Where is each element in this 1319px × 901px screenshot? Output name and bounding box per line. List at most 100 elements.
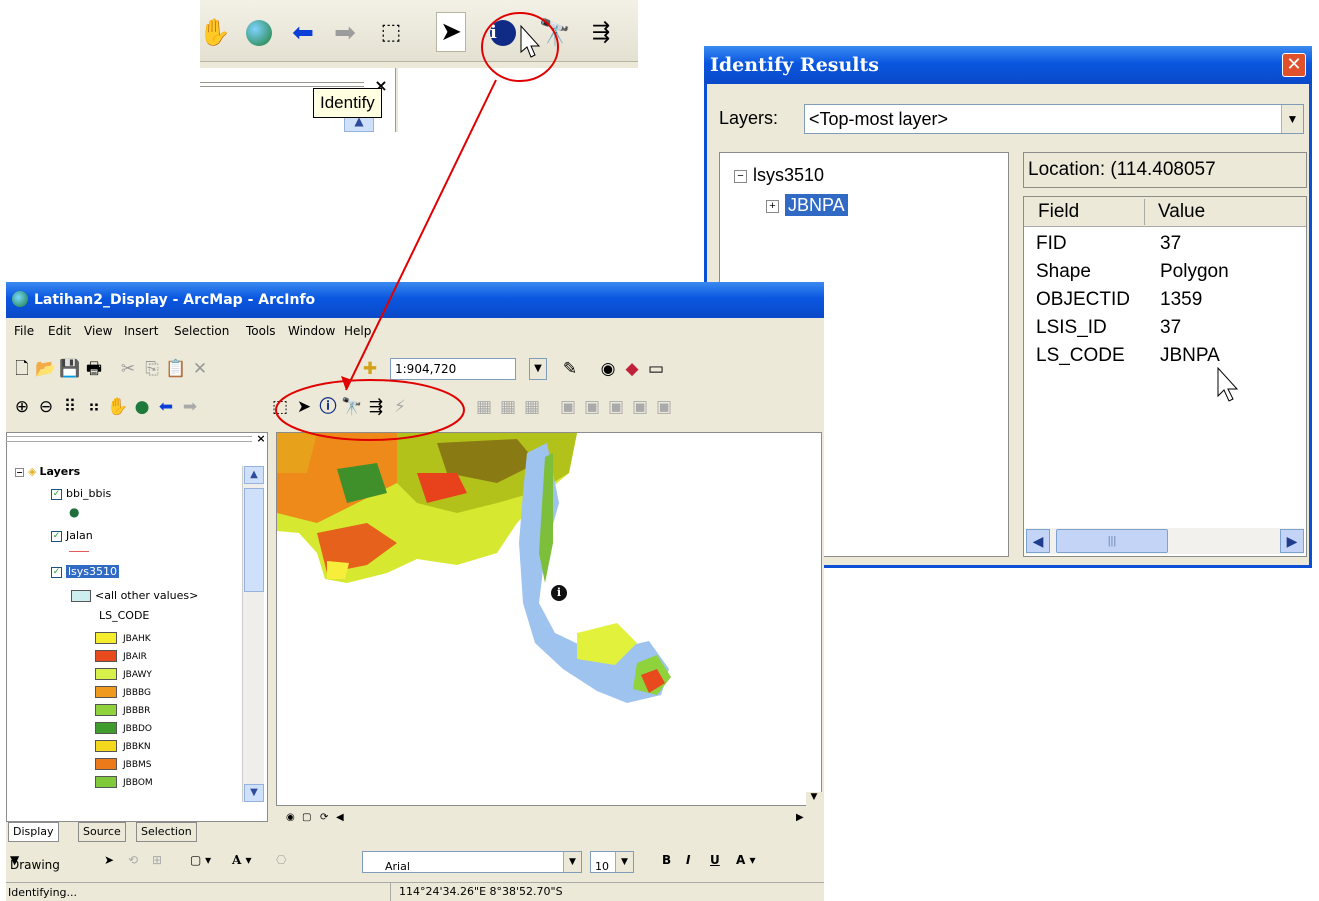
command-line-icon[interactable]: ▭ (644, 357, 668, 381)
menu-selection[interactable]: Selection (174, 324, 229, 338)
chevron-down-icon[interactable]: ▼ (615, 852, 633, 872)
scroll-right-icon[interactable]: ▶ (1280, 529, 1304, 553)
find-icon[interactable]: 🔭 (539, 18, 571, 48)
rotate-icon[interactable]: ⟲ (128, 853, 138, 867)
scroll-up-icon[interactable]: ▲ (244, 466, 264, 484)
horizontal-scrollbar[interactable]: ◀ ||| ▶ (1026, 528, 1304, 554)
select-elements-icon[interactable]: ➤ (292, 395, 316, 419)
full-extent-icon[interactable]: ● (130, 395, 154, 419)
select-elements-icon[interactable]: ➤ (104, 853, 114, 867)
tab-selection[interactable]: Selection (136, 822, 197, 842)
scroll-down-icon[interactable]: ▼ (244, 784, 264, 802)
refresh-icon[interactable]: ⟳ (320, 812, 328, 823)
hyperlink-icon[interactable]: ⚡ (388, 395, 412, 419)
column-header-value[interactable]: Value (1158, 201, 1205, 223)
layout-icon-8[interactable]: ▣ (652, 395, 676, 419)
data-view-icon[interactable]: ◉ (286, 812, 295, 823)
scroll-thumb[interactable]: ||| (1056, 529, 1168, 553)
zoom-out-icon[interactable]: ⊖ (34, 395, 58, 419)
underline-icon[interactable]: U (710, 853, 720, 867)
delete-icon[interactable]: ✕ (188, 357, 212, 381)
menu-help[interactable]: Help (344, 324, 371, 338)
splined-text-icon[interactable]: ⎔ (276, 853, 286, 867)
select-elements-icon[interactable]: ➤ (436, 12, 466, 52)
copy-icon[interactable]: ⎘ (140, 357, 164, 381)
full-extent-icon[interactable] (244, 18, 274, 48)
font-size-field[interactable]: 10 ▼ (590, 851, 634, 873)
font-name-field[interactable]: Arial ▼ (362, 851, 582, 873)
column-header-field[interactable]: Field (1038, 201, 1079, 223)
identify-icon[interactable]: i (488, 18, 518, 48)
font-color-icon[interactable]: A ▾ (736, 853, 756, 867)
identify-icon[interactable]: ⓘ (316, 395, 340, 419)
layers-dropdown[interactable]: <Top-most layer> ▼ (804, 104, 1304, 134)
toc-grip[interactable] (6, 436, 252, 442)
layer-checkbox[interactable]: ✓ (51, 530, 62, 542)
map-display[interactable]: i (276, 432, 822, 806)
forward-arrow-icon[interactable]: ➡ (178, 395, 202, 419)
layout-icon-3[interactable]: ▦ (520, 395, 544, 419)
pan-icon[interactable]: ✋ (200, 18, 231, 48)
fixed-zoom-out-icon[interactable]: ⠶ (82, 395, 106, 419)
fixed-zoom-in-icon[interactable]: ⠿ (58, 395, 82, 419)
arcmap-titlebar[interactable]: Latihan2_Display - ArcMap - ArcInfo (6, 282, 824, 318)
table-row[interactable]: OBJECTID 1359 (1024, 289, 1306, 317)
collapse-icon[interactable]: − (734, 169, 747, 183)
table-row[interactable]: Shape Polygon (1024, 261, 1306, 289)
zoom-in-icon[interactable]: ⊕ (10, 395, 34, 419)
layout-icon-2[interactable]: ▦ (496, 395, 520, 419)
arccatalog-icon[interactable]: ◉ (596, 357, 620, 381)
add-data-icon[interactable]: ✚ (358, 357, 382, 381)
save-icon[interactable]: 💾 (58, 357, 82, 381)
scroll-thumb[interactable] (244, 488, 264, 592)
drawing-menu[interactable]: Drawing ▼ (10, 853, 60, 872)
menu-tools[interactable]: Tools (246, 324, 276, 338)
print-icon[interactable]: 🖶 (82, 357, 106, 381)
go-to-xy-icon[interactable]: ⇶ (364, 395, 388, 419)
rectangle-icon[interactable]: ▢ ▾ (190, 853, 211, 867)
find-icon[interactable]: 🔭 (340, 395, 364, 419)
map-scroll-down-icon[interactable]: ▼ (806, 792, 822, 806)
arctoolbox-icon[interactable]: ◆ (620, 357, 644, 381)
toc-root[interactable]: − ◈ Layers (15, 465, 80, 478)
editor-icon[interactable]: ✎ (558, 357, 582, 381)
menu-edit[interactable]: Edit (48, 324, 71, 338)
menu-view[interactable]: View (84, 324, 112, 338)
layout-icon-6[interactable]: ▣ (604, 395, 628, 419)
toc-layer-bbi-bbis[interactable]: ✓ bbi_bbis (51, 487, 111, 500)
go-to-xy-icon[interactable]: ⇶ (586, 18, 616, 48)
scroll-left-icon[interactable]: ◀ (1026, 529, 1050, 553)
identify-window-titlebar[interactable]: Identify Results ✕ (704, 46, 1312, 84)
pan-icon[interactable]: ✋ (106, 395, 130, 419)
italic-icon[interactable]: I (686, 853, 690, 867)
layout-view-icon[interactable]: ▢ (302, 812, 311, 823)
cut-icon[interactable]: ✂ (116, 357, 140, 381)
toc-layer-lsys3510[interactable]: ✓ lsys3510 (51, 565, 120, 578)
tree-node-feature[interactable]: + JBNPA (766, 194, 848, 216)
text-icon[interactable]: A ▾ (232, 853, 252, 867)
close-icon[interactable]: ✕ (1282, 53, 1306, 77)
forward-arrow-icon[interactable]: ➡ (330, 18, 360, 48)
layout-icon-5[interactable]: ▣ (580, 395, 604, 419)
scroll-left-icon[interactable]: ◀ (336, 812, 344, 823)
chevron-down-icon[interactable]: ▼ (529, 358, 547, 380)
menu-window[interactable]: Window (288, 324, 335, 338)
layout-icon-7[interactable]: ▣ (628, 395, 652, 419)
bold-icon[interactable]: B (662, 853, 671, 867)
table-row[interactable]: LSIS_ID 37 (1024, 317, 1306, 345)
select-features-icon[interactable]: ⬚ (376, 18, 406, 48)
menu-file[interactable]: File (14, 324, 34, 338)
select-features-icon[interactable]: ⬚ (268, 395, 292, 419)
layer-checkbox[interactable]: ✓ (51, 488, 62, 500)
paste-icon[interactable]: 📋 (164, 357, 188, 381)
expand-icon[interactable]: + (766, 199, 779, 213)
back-arrow-icon[interactable]: ⬅ (154, 395, 178, 419)
back-arrow-icon[interactable]: ⬅ (288, 18, 318, 48)
chevron-down-icon[interactable]: ▼ (563, 852, 581, 872)
chevron-down-icon[interactable]: ▼ (1281, 105, 1303, 133)
layout-icon-1[interactable]: ▦ (472, 395, 496, 419)
tree-node-layer[interactable]: − lsys3510 (734, 165, 824, 186)
open-folder-icon[interactable]: 📂 (34, 357, 58, 381)
zoom-whole-page-icon[interactable]: ⊞ (152, 853, 162, 867)
toc-layer-jalan[interactable]: ✓ Jalan (51, 529, 93, 542)
